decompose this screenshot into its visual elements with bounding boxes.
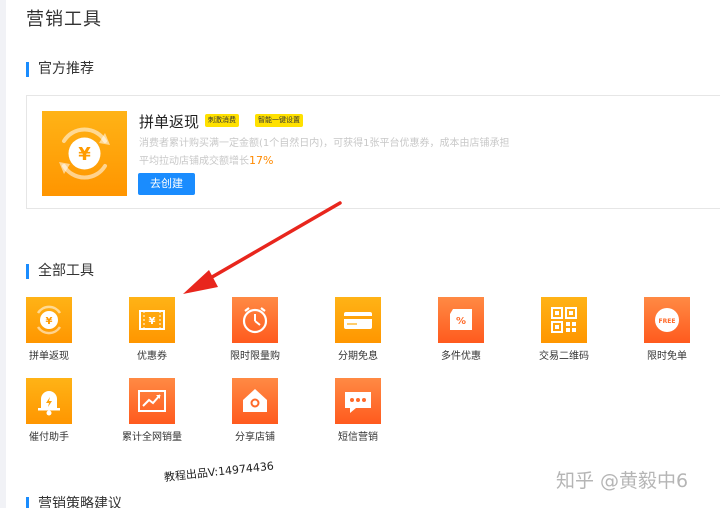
tool-icon-box: ¥ — [26, 297, 72, 343]
tool-label: 拼单返现 — [29, 351, 69, 362]
tool-multi-item-discount[interactable]: % 多件优惠 — [416, 297, 506, 362]
tool-icon-box — [26, 378, 72, 424]
tool-icon-box: ¥ — [129, 297, 175, 343]
tool-label: 催付助手 — [29, 432, 69, 443]
recommend-description-prefix: 平均拉动店铺成交额增长 — [139, 156, 249, 167]
svg-text:FREE: FREE — [659, 318, 676, 325]
recommend-description: 消费者累计购买满一定金额(1个自然日内)，可获得1张平台优惠券，成本由店铺承担 … — [139, 135, 510, 170]
tool-icon-box: % — [438, 297, 484, 343]
section-title-all-tools: 全部工具 — [26, 264, 94, 279]
free-badge-icon: FREE — [655, 308, 679, 332]
discount-tag-icon: % — [450, 309, 472, 330]
yuan-coin-icon: ¥ — [36, 305, 62, 335]
tool-label: 多件优惠 — [441, 351, 481, 362]
recommend-description-line2: 平均拉动店铺成交额增长17% — [139, 152, 510, 170]
tool-label: 限时免单 — [647, 351, 687, 362]
tool-label: 分期免息 — [338, 351, 378, 362]
alarm-clock-icon — [242, 307, 268, 334]
section-title-recommend: 官方推荐 — [26, 62, 94, 77]
yuan-coin-icon: ¥ — [59, 127, 110, 180]
tag-stimulate-consumption: 刺激消费 — [205, 114, 239, 127]
tool-icon-box — [232, 297, 278, 343]
tool-free-order[interactable]: FREE 限时免单 — [622, 297, 712, 362]
tool-coupon[interactable]: ¥ 优惠券 — [107, 297, 197, 362]
tool-icon-box — [335, 378, 381, 424]
svg-text:¥: ¥ — [78, 144, 91, 165]
tag-smart-setup: 智能一键设置 — [255, 114, 303, 127]
svg-text:¥: ¥ — [149, 316, 156, 327]
tool-payment-reminder[interactable]: 催付助手 — [4, 378, 94, 443]
share-store-icon — [243, 389, 267, 412]
tool-label: 短信营销 — [338, 432, 378, 443]
recommend-description-line1: 消费者累计购买满一定金额(1个自然日内)，可获得1张平台优惠券，成本由店铺承担 — [139, 138, 510, 149]
tool-icon-box — [232, 378, 278, 424]
svg-text:%: % — [456, 316, 466, 327]
trend-chart-icon — [138, 390, 166, 412]
recommend-card-icon: ¥ — [42, 111, 127, 196]
tool-label: 限时限量购 — [230, 351, 280, 362]
chat-bubble-icon — [345, 392, 371, 413]
create-button[interactable]: 去创建 — [138, 173, 195, 195]
tool-sms-marketing[interactable]: 短信营销 — [313, 378, 403, 443]
tool-group-buy-cashback[interactable]: ¥ 拼单返现 — [4, 297, 94, 362]
watermark-zhihu: 知乎 @黄毅中6 — [556, 470, 689, 492]
tool-icon-box — [541, 297, 587, 343]
tool-label: 分享店铺 — [235, 432, 275, 443]
tool-cumulative-sales[interactable]: 累计全网销量 — [107, 378, 197, 443]
tool-flash-sale[interactable]: 限时限量购 — [210, 297, 300, 362]
tool-label: 优惠券 — [137, 351, 167, 362]
tool-icon-box — [129, 378, 175, 424]
qr-code-icon — [551, 307, 577, 333]
tool-transaction-qr-code[interactable]: 交易二维码 — [519, 297, 609, 362]
svg-text:¥: ¥ — [46, 316, 53, 327]
marketing-tools-page: 营销工具 官方推荐 ¥ 拼单返现 刺激消费 智能一键设置 消费者累计购买满一定金… — [0, 0, 720, 508]
tool-icon-box: FREE — [644, 297, 690, 343]
section-title-strategy: 营销策略建议 — [26, 497, 122, 508]
recommend-growth-value: 17% — [249, 154, 274, 167]
tool-share-store[interactable]: 分享店铺 — [210, 378, 300, 443]
recommend-tool-name: 拼单返现 — [139, 113, 200, 131]
page-title: 营销工具 — [26, 9, 102, 30]
watermark-contact: 教程出品V:14974436 — [163, 459, 275, 484]
tool-label: 累计全网销量 — [122, 432, 182, 443]
coupon-icon: ¥ — [139, 310, 165, 330]
tool-icon-box — [335, 297, 381, 343]
bell-icon — [38, 391, 60, 416]
recommend-card: ¥ 拼单返现 刺激消费 智能一键设置 消费者累计购买满一定金额(1个自然日内)，… — [26, 95, 720, 209]
tool-label: 交易二维码 — [539, 351, 589, 362]
tool-interest-free-installment[interactable]: 分期免息 — [313, 297, 403, 362]
credit-card-icon — [344, 312, 372, 329]
